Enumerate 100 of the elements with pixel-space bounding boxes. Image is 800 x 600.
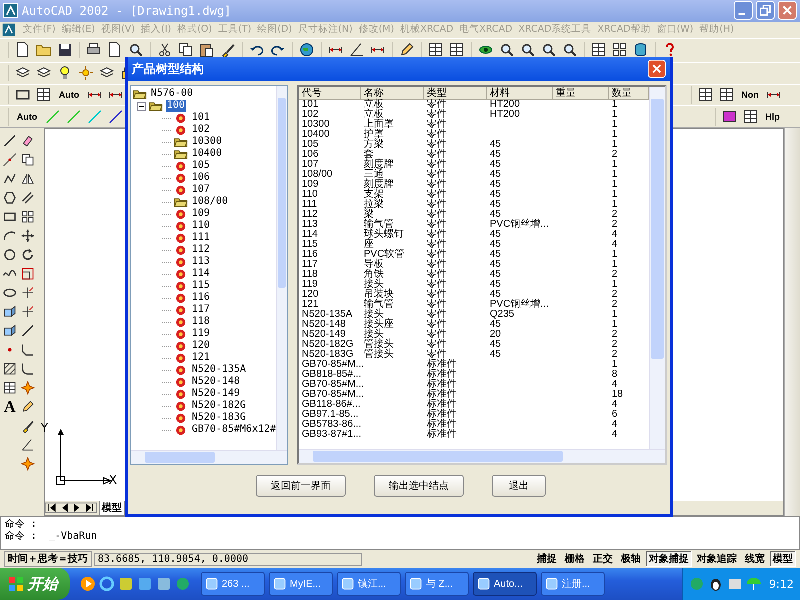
tree-item[interactable]: 100 bbox=[166, 100, 186, 112]
tree-item[interactable]: 107 bbox=[191, 184, 212, 196]
tree-item[interactable]: N576-00 bbox=[150, 88, 194, 100]
save-icon[interactable] bbox=[57, 42, 73, 58]
text-tool-button[interactable]: A bbox=[4, 400, 16, 416]
status-toggle-button[interactable]: 栅格 bbox=[562, 551, 588, 568]
magnifier-icon[interactable] bbox=[128, 42, 144, 58]
tree-item[interactable]: 102 bbox=[191, 124, 212, 136]
polyline-icon[interactable] bbox=[3, 172, 17, 186]
app-icon[interactable] bbox=[156, 576, 172, 592]
minimize-button[interactable] bbox=[734, 1, 753, 20]
tree-item[interactable]: 115 bbox=[191, 280, 212, 292]
tree-item[interactable]: 117 bbox=[191, 304, 212, 316]
tree-item[interactable]: 105 bbox=[191, 160, 212, 172]
pencil-icon[interactable] bbox=[399, 42, 415, 58]
status-toggle-button[interactable]: 模型 bbox=[770, 551, 796, 568]
tree-item[interactable]: 113 bbox=[191, 256, 212, 268]
tree-item[interactable]: 106 bbox=[191, 172, 212, 184]
tree-item[interactable]: 112 bbox=[191, 244, 212, 256]
status-toggle-button[interactable]: 对象捕捉 bbox=[646, 551, 692, 568]
vertical-scrollbar[interactable] bbox=[784, 128, 800, 516]
angle-icon[interactable] bbox=[21, 438, 35, 452]
taskbar-button[interactable]: MyIE... bbox=[269, 572, 333, 596]
new-document-icon[interactable] bbox=[107, 42, 123, 58]
globe-icon[interactable] bbox=[299, 42, 315, 58]
new-document-icon[interactable] bbox=[15, 42, 31, 58]
angle-icon[interactable] bbox=[349, 42, 365, 58]
chamfer-icon[interactable] bbox=[21, 343, 35, 358]
help-button[interactable]: Hlp bbox=[764, 108, 782, 126]
hatch-icon[interactable] bbox=[3, 362, 17, 376]
sun-icon[interactable] bbox=[78, 65, 94, 82]
line-icon[interactable] bbox=[21, 324, 35, 338]
close-button[interactable] bbox=[778, 1, 797, 20]
media-player-icon[interactable] bbox=[80, 576, 96, 592]
tree-item[interactable]: 110 bbox=[191, 220, 212, 232]
taskbar-button[interactable]: 与 Z... bbox=[405, 572, 469, 596]
block-icon[interactable] bbox=[3, 324, 17, 338]
table-icon[interactable] bbox=[428, 42, 444, 58]
auto-button[interactable]: Auto bbox=[15, 108, 40, 126]
column-header[interactable]: 类型 bbox=[424, 87, 487, 100]
table-icon[interactable] bbox=[698, 87, 714, 103]
layout-tab[interactable]: 模型 bbox=[99, 500, 125, 516]
dialog-button[interactable]: 退出 bbox=[492, 475, 546, 497]
copy-icon[interactable] bbox=[21, 153, 35, 168]
tree-item[interactable]: 109 bbox=[191, 208, 212, 220]
document-icon[interactable] bbox=[2, 22, 16, 37]
tab-navigation-icon[interactable] bbox=[45, 502, 97, 514]
magnifier-icon[interactable] bbox=[520, 42, 536, 58]
horizontal-scrollbar[interactable] bbox=[131, 450, 287, 464]
copy-icon[interactable] bbox=[178, 42, 194, 58]
tree-item[interactable]: N520-135A bbox=[191, 364, 248, 376]
tree-item[interactable]: N520-183G bbox=[191, 412, 248, 424]
taskbar-button[interactable]: 镇江... bbox=[337, 572, 401, 596]
polygon-icon[interactable] bbox=[3, 191, 17, 206]
tree-item[interactable]: 111 bbox=[191, 232, 212, 244]
table-icon[interactable] bbox=[591, 42, 607, 58]
table-icon[interactable] bbox=[3, 381, 17, 396]
circle-icon[interactable] bbox=[3, 248, 17, 262]
move-icon[interactable] bbox=[21, 229, 35, 244]
column-header[interactable]: 数量 bbox=[609, 87, 649, 100]
construction-line-icon[interactable] bbox=[3, 153, 17, 168]
cut-icon[interactable] bbox=[157, 42, 173, 58]
auto-button[interactable]: Auto bbox=[57, 86, 82, 104]
table-icon[interactable] bbox=[742, 108, 758, 125]
tree-item[interactable]: 118 bbox=[191, 316, 212, 328]
line-icon[interactable] bbox=[108, 108, 124, 125]
status-toggle-button[interactable]: 极轴 bbox=[618, 551, 644, 568]
tree-item[interactable]: 120 bbox=[191, 340, 212, 352]
star-icon[interactable] bbox=[21, 457, 35, 472]
paste-icon[interactable] bbox=[199, 42, 215, 58]
mirror-icon[interactable] bbox=[21, 172, 35, 186]
non-button[interactable]: Non bbox=[740, 86, 761, 104]
table-icon[interactable] bbox=[449, 42, 465, 58]
tree-item[interactable]: 10300 bbox=[191, 136, 224, 148]
magnifier-icon[interactable] bbox=[562, 42, 578, 58]
array-icon[interactable] bbox=[612, 42, 628, 58]
status-toggle-button[interactable]: 线宽 bbox=[742, 551, 768, 568]
taskbar-button[interactable]: 263 ... bbox=[201, 572, 265, 596]
collapse-icon[interactable] bbox=[137, 102, 146, 110]
tree-item[interactable]: N520-148 bbox=[191, 376, 242, 388]
fillet-icon[interactable] bbox=[21, 362, 35, 376]
trim-icon[interactable] bbox=[21, 286, 35, 300]
dialog-button[interactable]: 输出选中结点 bbox=[374, 475, 464, 497]
brush-icon[interactable] bbox=[220, 42, 236, 58]
column-header[interactable]: 名称 bbox=[361, 87, 424, 100]
rotate-icon[interactable] bbox=[21, 248, 35, 262]
app-icon[interactable] bbox=[137, 576, 153, 592]
star-icon[interactable] bbox=[21, 381, 35, 396]
line-icon[interactable] bbox=[3, 134, 17, 148]
tree-item[interactable]: N520-182G bbox=[191, 400, 248, 412]
column-header[interactable]: 重量 bbox=[553, 87, 609, 100]
tree-item[interactable]: 119 bbox=[191, 328, 212, 340]
app-icon[interactable] bbox=[118, 576, 134, 592]
status-toggle-button[interactable]: 对象追踪 bbox=[694, 551, 740, 568]
tree-item[interactable]: 114 bbox=[191, 268, 212, 280]
column-header[interactable]: 代号 bbox=[299, 87, 361, 100]
eraser-icon[interactable] bbox=[21, 134, 35, 148]
taskbar-button[interactable]: 注册... bbox=[541, 572, 605, 596]
tree-item[interactable]: GB70-85#M6x12# bbox=[191, 424, 276, 436]
close-button[interactable] bbox=[648, 60, 666, 78]
